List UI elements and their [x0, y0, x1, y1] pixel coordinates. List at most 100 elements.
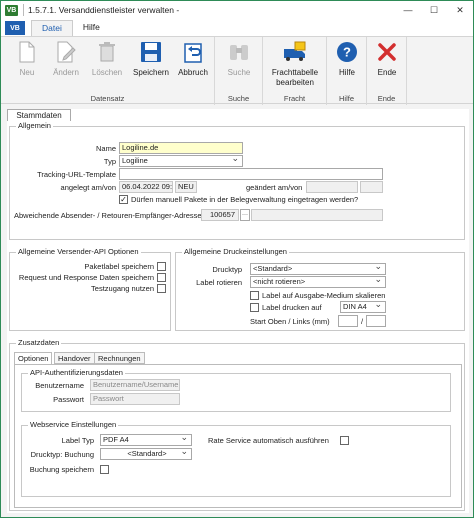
rate-service-checkbox[interactable]: [340, 436, 349, 445]
manual-packages-checkbox[interactable]: ✓: [119, 195, 128, 204]
typ-select[interactable]: Logiline: [119, 155, 243, 167]
tab-datei[interactable]: Datei: [31, 20, 73, 36]
edit-button[interactable]: Ändern: [47, 40, 85, 78]
ribbon-group-hilfe: ? Hilfe Hilfe: [327, 37, 367, 105]
legend-druck: Allgemeine Druckeinstellungen: [182, 247, 289, 256]
absender-label: Abweichende Absender- / Retouren-Empfäng…: [14, 211, 202, 220]
group-druckeinstellungen: Allgemeine Druckeinstellungen Drucktyp <…: [175, 247, 465, 331]
tab-rechnungen[interactable]: Rechnungen: [94, 352, 145, 364]
group-webservice: Webservice Einstellungen Label Typ PDF A…: [21, 420, 451, 497]
legend-api-auth: API-Authentifizierungsdaten: [28, 368, 125, 377]
cancel-button[interactable]: Abbruch: [173, 40, 213, 78]
delete-button[interactable]: Löschen: [87, 40, 127, 78]
tracking-url-label: Tracking-URL-Template: [37, 170, 116, 179]
name-field[interactable]: Logiline.de: [119, 142, 243, 154]
maximize-icon[interactable]: ☐: [421, 1, 447, 19]
app-icon: VB: [5, 4, 18, 16]
new-button[interactable]: Neu: [9, 40, 45, 78]
skalieren-checkbox[interactable]: [250, 291, 259, 300]
ribbon-group-datensatz: Neu Ändern Löschen Speichern Abbruch Dat…: [1, 37, 215, 105]
benutzername-field[interactable]: Benutzername/Username: [90, 379, 180, 391]
help-button-label: Hilfe: [338, 68, 355, 77]
drucken-auf-label: Label drucken auf: [262, 303, 322, 312]
freight-table-button[interactable]: Frachttabelle bearbeiten: [265, 40, 325, 88]
request-response-checkbox[interactable]: [157, 273, 166, 282]
delete-button-label: Löschen: [91, 68, 123, 77]
ribbon-group-suche: Suche Suche: [215, 37, 263, 105]
drucktyp-buchung-select[interactable]: <Standard>: [100, 448, 192, 460]
manual-packages-label: Dürfen manuell Pakete in der Belegverwal…: [131, 195, 359, 204]
legend-api-options: Allgemeine Versender-API Optionen: [16, 247, 141, 256]
cancel-button-label: Abbruch: [178, 68, 208, 77]
edit-button-label: Ändern: [53, 68, 79, 77]
group-zusatzdaten: Zusatzdaten Optionen Handover Rechnungen…: [9, 338, 465, 511]
absender-field[interactable]: 100657: [201, 209, 239, 221]
group-label-fracht: Fracht: [283, 94, 306, 103]
group-api-options: Allgemeine Versender-API Optionen Paketl…: [9, 247, 171, 331]
save-button-label: Speichern: [132, 68, 170, 77]
undo-icon: [181, 40, 205, 64]
window-controls: — ☐ ✕: [395, 1, 473, 19]
drucken-auf-select[interactable]: DIN A4: [340, 301, 386, 313]
legend-allgemein: Allgemein: [16, 121, 53, 130]
main-panel: Stammdaten Allgemein Name Logiline.de Ty…: [7, 109, 469, 513]
labeltyp-select[interactable]: PDF A4: [100, 434, 192, 446]
help-button[interactable]: ? Hilfe: [329, 40, 365, 78]
freight-table-button-label: Frachttabelle bearbeiten: [271, 68, 319, 87]
tab-stammdaten[interactable]: Stammdaten: [7, 109, 71, 121]
name-label: Name: [95, 144, 116, 153]
angelegt-date-field: 06.04.2022 09:: [119, 181, 173, 193]
search-button[interactable]: Suche: [219, 40, 259, 78]
absender-lookup-button[interactable]: ···: [240, 209, 250, 221]
new-document-icon: [15, 40, 39, 64]
title-separator: [23, 4, 24, 16]
legend-zusatzdaten: Zusatzdaten: [16, 338, 62, 347]
group-label-hilfe: Hilfe: [338, 94, 354, 103]
testzugang-label: Testzugang nutzen: [91, 284, 154, 293]
tab-hilfe[interactable]: Hilfe: [73, 20, 110, 36]
drucken-auf-checkbox[interactable]: [250, 303, 259, 312]
absender-name-field: [251, 209, 383, 221]
paketlabel-label: Paketlabel speichern: [84, 262, 154, 271]
start-oben-links-label: Start Oben / Links (mm): [250, 317, 330, 326]
edit-document-icon: [54, 40, 78, 64]
close-window-icon[interactable]: ✕: [447, 1, 473, 19]
start-oben-field[interactable]: [338, 315, 358, 327]
buchung-speichern-checkbox[interactable]: [100, 465, 109, 474]
start-links-field[interactable]: [366, 315, 386, 327]
label-rotieren-label: Label rotieren: [196, 278, 242, 287]
typ-label: Typ: [103, 157, 116, 166]
tab-handover[interactable]: Handover: [54, 352, 95, 364]
optionen-tab-panel: API-Authentifizierungsdaten Benutzername…: [14, 364, 462, 508]
geaendert-user-field: [360, 181, 383, 193]
svg-text:?: ?: [343, 45, 351, 60]
ribbon: Neu Ändern Löschen Speichern Abbruch Dat…: [1, 36, 473, 105]
window-title: 1.5.7.1. Versanddienstleister verwalten …: [28, 5, 180, 15]
angelegt-label: angelegt am/von: [60, 183, 116, 192]
group-api-auth: API-Authentifizierungsdaten Benutzername…: [21, 368, 451, 412]
minimize-icon[interactable]: —: [395, 1, 421, 19]
trash-icon: [95, 40, 119, 64]
ribbon-group-fracht: Frachttabelle bearbeiten Fracht: [263, 37, 327, 105]
application-window: VB 1.5.7.1. Versanddienstleister verwalt…: [0, 0, 474, 518]
group-label-ende: Ende: [377, 94, 396, 103]
save-button[interactable]: Speichern: [131, 40, 171, 78]
label-rotieren-select[interactable]: <nicht rotieren>: [250, 276, 386, 288]
legend-webservice: Webservice Einstellungen: [28, 420, 119, 429]
new-button-label: Neu: [19, 68, 35, 77]
tracking-url-field[interactable]: [119, 168, 383, 180]
drucktyp-buchung-label: Drucktyp: Buchung: [30, 450, 94, 459]
benutzername-label: Benutzername: [35, 381, 84, 390]
passwort-field[interactable]: Passwort: [90, 393, 180, 405]
paketlabel-checkbox[interactable]: [157, 262, 166, 271]
rate-service-label: Rate Service automatisch ausführen: [208, 436, 329, 445]
drucktyp-select[interactable]: <Standard>: [250, 263, 386, 275]
exit-button[interactable]: Ende: [369, 40, 405, 78]
group-allgemein: Allgemein Name Logiline.de Typ Logiline …: [9, 121, 465, 240]
group-label-datensatz: Datensatz: [90, 94, 125, 103]
group-label-suche: Suche: [227, 94, 250, 103]
quick-access-menu[interactable]: VB: [5, 21, 25, 35]
testzugang-checkbox[interactable]: [157, 284, 166, 293]
help-icon: ?: [335, 40, 359, 64]
skalieren-label: Label auf Ausgabe-Medium skalieren: [262, 291, 386, 300]
